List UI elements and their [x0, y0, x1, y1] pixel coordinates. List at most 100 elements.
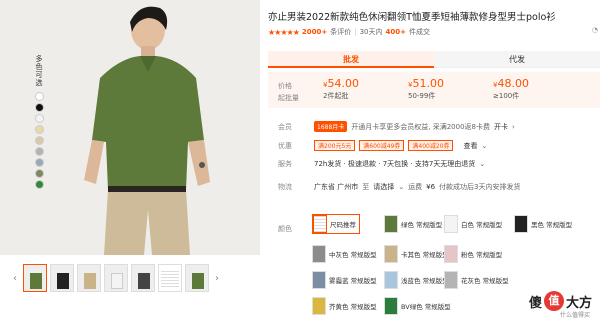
- member-row: 会员 1688月卡 开通月卡享更多会员权益, 采满2000返8卡费 开卡 ›: [278, 121, 515, 132]
- tab-dropship[interactable]: 代发: [434, 51, 600, 68]
- destination-select[interactable]: 请选择: [373, 182, 394, 192]
- price-value: 48.00: [497, 77, 529, 90]
- swatch-black: [34, 103, 44, 112]
- sales-suffix: 件成交: [408, 28, 430, 36]
- tier-qty: 2件起批: [323, 92, 349, 100]
- coupon-1[interactable]: 满200元5元: [314, 140, 356, 151]
- variant-label: 花灰色 常规版型: [461, 277, 509, 285]
- variant-mustard[interactable]: 芥黄色 常规版型: [312, 296, 377, 316]
- main-product-image[interactable]: 多色可选: [0, 0, 260, 255]
- member-label: 会员: [278, 122, 292, 131]
- origin: 广东省 广州市: [314, 183, 359, 191]
- variant-thumb: [312, 245, 326, 263]
- variant-thumb: [312, 297, 326, 315]
- variant-label: 粉色 常规版型: [461, 251, 503, 259]
- sales-prefix: 30天内: [359, 28, 383, 36]
- thumbnail-3[interactable]: [77, 264, 101, 292]
- thumb-next-icon[interactable]: ›: [212, 273, 222, 284]
- variant-thumb: [444, 215, 458, 233]
- variant-heather-grey[interactable]: 花灰色 常规版型: [444, 270, 509, 290]
- variant-label: 尺码推荐: [330, 221, 356, 229]
- thumbnail-6[interactable]: [158, 264, 182, 292]
- member-badge: 1688月卡: [314, 121, 348, 132]
- swatch-blue-grey: [34, 158, 44, 167]
- to-label: 至: [362, 183, 370, 191]
- rating-row: ★★★★★ 2000+ 条评价 | 30天内 400+ 件成交: [268, 27, 430, 37]
- offers-row: 优惠 满200元5元 满600减49券 满400减20券 查看 ⌄: [278, 140, 487, 151]
- variant-haze-blue[interactable]: 雾霾蓝 常规版型: [312, 270, 377, 290]
- variant-thumb: [514, 215, 528, 233]
- share-icon[interactable]: ◔: [592, 26, 598, 34]
- variant-label: 中灰色 常规版型: [329, 251, 377, 259]
- service-row: 服务 72h发货 · 极速退款 · 7天包换 · 支持7天无理由退货 ⌄: [278, 159, 485, 169]
- watermark-sub: 什么值得买: [559, 312, 590, 319]
- chevron-down-icon[interactable]: ⌄: [479, 160, 485, 168]
- price-value: 51.00: [412, 77, 444, 90]
- chevron-down-icon: ⌄: [481, 141, 488, 150]
- swatch-green: [34, 180, 44, 189]
- thumbnail-5[interactable]: [131, 264, 155, 292]
- thumb-prev-icon[interactable]: ‹: [10, 273, 20, 284]
- price-box: 价格 起批量 ¥54.00 2件起批 ¥51.00 50-99件 ¥48.00 …: [268, 72, 600, 108]
- variant-thumb: [313, 215, 327, 233]
- variant-thumb: [384, 245, 398, 263]
- purchase-mode-tabs: 批发 代发: [268, 51, 600, 68]
- variant-khaki[interactable]: 卡其色 常规版型: [384, 244, 449, 264]
- variant-label: 绿色 常规版型: [401, 221, 443, 229]
- color-strip-title: 多色可选: [35, 55, 43, 87]
- member-text: 开通月卡享更多会员权益, 采满2000返8卡费: [351, 122, 490, 131]
- separator: |: [354, 28, 357, 36]
- variant-label: 卡其色 常规版型: [401, 251, 449, 259]
- variant-black[interactable]: 黑色 常规版型: [514, 214, 572, 234]
- thumbnail-7[interactable]: [185, 264, 209, 292]
- price-tier-2: ¥51.00 50-99件: [408, 77, 444, 101]
- price-tier-3: ¥48.00 ≥100件: [493, 77, 529, 101]
- offers-label: 优惠: [278, 141, 292, 150]
- open-card-link[interactable]: 开卡: [494, 122, 508, 132]
- swatch-light-grey: [34, 114, 44, 123]
- reviews-label: 条评价: [330, 28, 352, 36]
- price-value: 54.00: [327, 77, 359, 90]
- shipping-fee: ¥6: [426, 183, 436, 191]
- chevron-down-icon: ⌄: [398, 183, 405, 191]
- watermark: 傻 值 大方: [529, 291, 592, 311]
- variant-white[interactable]: 白色 常规版型: [444, 214, 502, 234]
- service-label: 服务: [278, 160, 292, 168]
- product-title: 亦止男装2022新款纯色休闲翻领T恤夏季短袖薄款修身型男士polo衫: [268, 12, 556, 23]
- variant-thumb: [444, 245, 458, 263]
- tab-wholesale[interactable]: 批发: [268, 51, 434, 68]
- shipping-note: 付款成功后3天内安排发货: [439, 183, 521, 191]
- price-label: 价格: [278, 82, 292, 90]
- thumbnail-2[interactable]: [50, 264, 74, 292]
- thumbnail-4[interactable]: [104, 264, 128, 292]
- variant-light-blue[interactable]: 浅蓝色 常规版型: [384, 270, 449, 290]
- reviews-count[interactable]: 2000+: [302, 28, 327, 36]
- variant-pink[interactable]: 粉色 常规版型: [444, 244, 502, 264]
- variant-green[interactable]: 绿色 常规版型: [384, 214, 442, 234]
- logistics-label: 物流: [278, 183, 292, 191]
- rating-stars: ★★★★★: [268, 27, 300, 37]
- coupon-3[interactable]: 满400减20券: [408, 140, 454, 151]
- watermark-prefix: 傻: [528, 295, 542, 311]
- watermark-text: 大方: [565, 295, 592, 311]
- variant-label: 芥黄色 常规版型: [329, 303, 377, 311]
- price-tier-1: ¥54.00 2件起批: [323, 77, 359, 101]
- thumbnail-1[interactable]: [23, 264, 47, 292]
- swatch-olive: [34, 169, 44, 178]
- variant-label: BV绿色 常规版型: [401, 303, 451, 311]
- thumbnail-strip: ‹ ›: [0, 260, 260, 296]
- coupon-2[interactable]: 满600减49券: [359, 140, 405, 151]
- variant-bv-green[interactable]: BV绿色 常规版型: [384, 296, 451, 316]
- variant-thumb: [444, 271, 458, 289]
- color-options-strip: 多色可选: [30, 55, 48, 189]
- variant-size-guide[interactable]: 尺码推荐: [312, 214, 360, 234]
- logistics-row: 物流 广东省 广州市 至 请选择 ⌄ 运费 ¥6 付款成功后3天内安排发货: [278, 182, 521, 192]
- variant-label: 白色 常规版型: [461, 221, 503, 229]
- watermark-badge-icon: 值: [543, 291, 564, 311]
- variant-thumb: [384, 215, 398, 233]
- variant-thumb: [312, 271, 326, 289]
- view-offers-link[interactable]: 查看: [463, 141, 477, 151]
- color-label: 颜色: [278, 225, 292, 233]
- swatch-grey: [34, 147, 44, 156]
- variant-mid-grey[interactable]: 中灰色 常规版型: [312, 244, 377, 264]
